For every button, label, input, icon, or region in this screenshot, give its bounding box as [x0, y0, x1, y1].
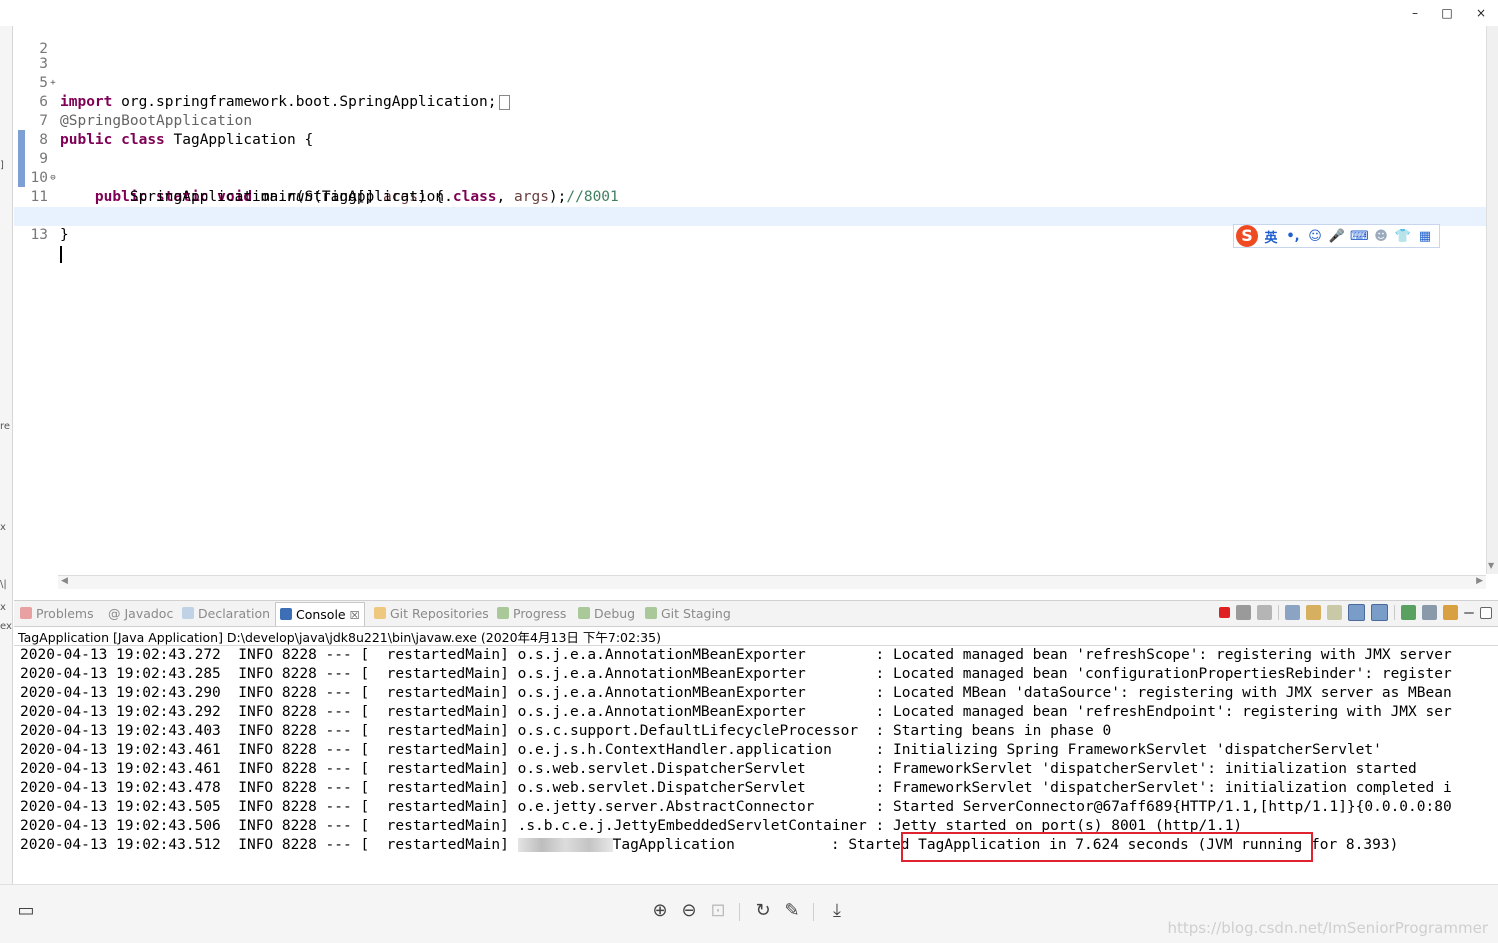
debug-icon	[578, 607, 590, 619]
tab-git-staging[interactable]: Git Staging	[645, 604, 731, 623]
remove-all-launches-icon[interactable]	[1257, 605, 1272, 620]
tab-git-repositories[interactable]: Git Repositories	[374, 604, 489, 623]
sidebar-fragment: ex	[0, 621, 12, 632]
toolbar-separator	[739, 903, 740, 921]
keyboard-icon[interactable]: ⌨	[1350, 229, 1369, 244]
show-console-stdout-icon[interactable]	[1348, 604, 1365, 621]
git-repo-icon	[374, 607, 386, 619]
ime-punctuation-toggle[interactable]: •,	[1284, 229, 1302, 244]
toolbar-separator	[1394, 605, 1395, 620]
started-highlight-box	[901, 832, 1313, 862]
editor-horizontal-scrollbar[interactable]: ◀ ▶	[58, 575, 1486, 589]
tab-declaration[interactable]: Declaration	[182, 604, 270, 623]
code-editor[interactable]: 2 3 + import org.springframework.boot.Sp…	[14, 26, 1486, 574]
console-toolbar	[1219, 604, 1492, 621]
console-line: 2020-04-13 19:02:43.505 INFO 8228 --- [ …	[20, 799, 1452, 815]
tab-javadoc[interactable]: @ Javadoc	[108, 604, 173, 623]
console-line: 2020-04-13 19:02:43.272 INFO 8228 --- [ …	[20, 647, 1452, 663]
console-line: 2020-04-13 19:02:43.478 INFO 8228 --- [ …	[20, 780, 1452, 796]
pin-console-icon[interactable]	[1401, 605, 1416, 620]
maximize-panel-icon[interactable]	[1480, 606, 1492, 619]
panel-tab-bar: Problems @ Javadoc Declaration Console ☒ …	[14, 600, 1498, 627]
console-line: 2020-04-13 19:02:43.461 INFO 8228 --- [ …	[20, 742, 1382, 758]
display-console-icon[interactable]	[1422, 605, 1437, 620]
code-line: 10 SpringApplication.run(TagApplication.…	[30, 170, 619, 205]
sidebar-fragment: x	[0, 522, 6, 533]
ime-logo-icon[interactable]: S	[1236, 225, 1258, 247]
text-caret	[60, 245, 62, 263]
editor-vertical-scrollbar[interactable]: ▼	[1486, 26, 1498, 574]
code-line: 6 @SpringBootApplication	[39, 94, 253, 129]
console-line: 2020-04-13 19:02:43.285 INFO 8228 --- [ …	[20, 666, 1452, 682]
word-wrap-icon[interactable]	[1327, 605, 1342, 620]
toolbar-separator	[1278, 605, 1279, 620]
user-icon[interactable]: ☻	[1372, 229, 1390, 244]
tab-debug[interactable]: Debug	[578, 604, 635, 623]
clear-console-icon[interactable]	[1285, 605, 1300, 620]
show-console-stderr-icon[interactable]	[1371, 604, 1388, 621]
left-sidebar-fragment: ] re x \| x ex	[0, 26, 13, 884]
panel-toggle-icon[interactable]: ▭	[14, 899, 38, 923]
viewer-toolbar: ▭ ⊕ ⊖ ⊡ ↻ ✎ ⤓ https://blog.csdn.net/ImSe…	[0, 884, 1498, 943]
tab-problems[interactable]: Problems	[20, 604, 94, 623]
terminate-icon[interactable]	[1219, 607, 1230, 618]
code-line: 7 public class TagApplication {	[39, 113, 314, 148]
close-icon[interactable]: ☒	[350, 609, 360, 622]
console-line: 2020-04-13 19:02:43.461 INFO 8228 --- [ …	[20, 761, 1417, 777]
tab-console[interactable]: Console ☒	[275, 602, 365, 626]
sidebar-fragment: re	[0, 421, 11, 432]
minimize-panel-icon[interactable]	[1464, 611, 1474, 614]
minimize-button[interactable]: –	[1405, 4, 1425, 22]
edit-icon[interactable]: ✎	[780, 899, 804, 923]
tab-progress[interactable]: Progress	[497, 604, 566, 623]
toolbar-separator	[813, 903, 814, 921]
code-line: 11 }	[30, 189, 104, 224]
shirt-icon[interactable]: 👕	[1394, 229, 1412, 244]
microphone-icon[interactable]: 🎤	[1328, 229, 1346, 244]
download-icon[interactable]: ⤓	[825, 899, 849, 923]
console-icon	[280, 608, 292, 620]
git-staging-icon	[645, 607, 657, 619]
ime-mode-toggle[interactable]: 英	[1262, 227, 1280, 246]
ime-toolbar[interactable]: S 英 •, ☺ 🎤 ⌨ ☻ 👕 ▦	[1233, 224, 1440, 248]
sidebar-fragment: ]	[0, 160, 4, 171]
redacted-text	[517, 838, 613, 852]
rotate-icon[interactable]: ↻	[751, 899, 775, 923]
console-line: 2020-04-13 19:02:43.290 INFO 8228 --- [ …	[20, 685, 1452, 701]
maximize-button[interactable]: □	[1437, 4, 1457, 22]
code-line: 9 ⊖ public static void main(String[] arg…	[39, 151, 445, 205]
code-line: 5	[39, 75, 48, 91]
progress-icon	[497, 607, 509, 619]
sidebar-fragment: \|	[0, 579, 7, 590]
zoom-out-icon[interactable]: ⊖	[677, 899, 701, 923]
fit-to-window-icon[interactable]: ⊡	[706, 899, 730, 923]
console-line: 2020-04-13 19:02:43.292 INFO 8228 --- [ …	[20, 704, 1452, 720]
smile-icon[interactable]: ☺	[1306, 229, 1324, 244]
close-button[interactable]: ×	[1471, 4, 1491, 22]
code-line: 3 + import org.springframework.boot.Spri…	[14, 36, 1486, 110]
open-console-icon[interactable]	[1443, 605, 1458, 620]
problems-icon	[20, 607, 32, 619]
declaration-icon	[182, 607, 194, 619]
grid-icon[interactable]: ▦	[1416, 229, 1434, 244]
code-line: 8	[39, 132, 48, 148]
console-line: 2020-04-13 19:02:43.403 INFO 8228 --- [ …	[20, 723, 1112, 739]
console-launch-title: TagApplication [Java Application] D:\dev…	[18, 630, 661, 645]
scroll-lock-icon[interactable]	[1306, 605, 1321, 620]
watermark: https://blog.csdn.net/ImSeniorProgrammer	[1167, 919, 1488, 937]
remove-launch-icon[interactable]	[1236, 605, 1251, 620]
sidebar-fragment: x	[0, 602, 6, 613]
zoom-in-icon[interactable]: ⊕	[648, 899, 672, 923]
code-line: 12 }	[31, 208, 69, 243]
